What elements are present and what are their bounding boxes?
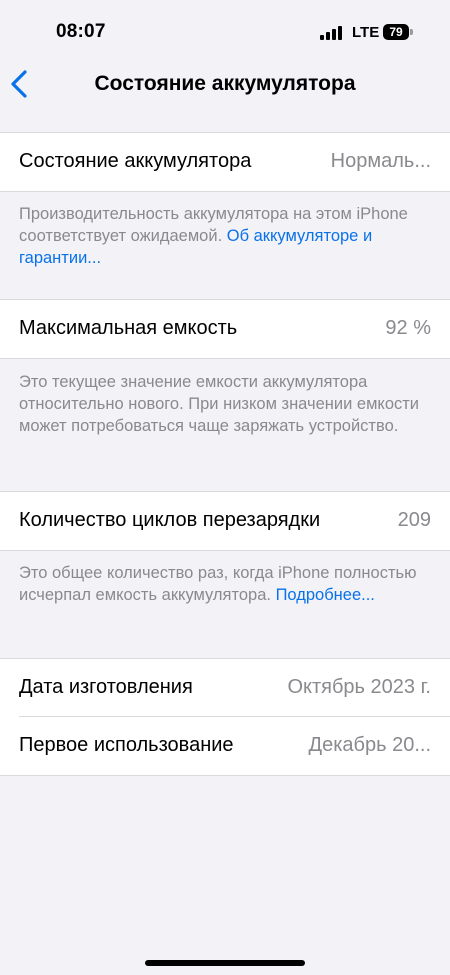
signal-strength-icon bbox=[320, 26, 344, 40]
max-capacity-value: 92 % bbox=[385, 317, 431, 339]
max-capacity-row: Максимальная емкость 92 % bbox=[0, 300, 450, 358]
cycle-count-label: Количество циклов перезарядки bbox=[19, 509, 321, 531]
status-time: 08:07 bbox=[56, 21, 106, 42]
max-capacity-group: Максимальная емкость 92 % bbox=[0, 299, 450, 359]
battery-health-footer: Производительность аккумулятора на этом … bbox=[19, 203, 429, 269]
battery-health-label: Состояние аккумулятора bbox=[19, 150, 252, 172]
first-use-row: Первое использование Декабрь 20... bbox=[0, 717, 450, 775]
page-title: Состояние аккумулятора bbox=[94, 72, 356, 95]
dates-group: Дата изготовления Октябрь 2023 г. Первое… bbox=[0, 658, 450, 776]
home-indicator[interactable] bbox=[145, 960, 305, 966]
cycle-count-footer: Это общее количество раз, когда iPhone п… bbox=[19, 562, 429, 606]
cycle-count-value: 209 bbox=[397, 509, 431, 531]
manufacture-date-value: Октябрь 2023 г. bbox=[287, 676, 431, 698]
learn-more-link[interactable]: Подробнее... bbox=[276, 586, 375, 604]
battery-tip bbox=[410, 29, 413, 35]
battery-icon: 79 bbox=[383, 24, 409, 40]
first-use-label: Первое использование bbox=[19, 734, 234, 756]
max-capacity-footer: Это текущее значение емкости аккумулятор… bbox=[19, 373, 420, 435]
battery-health-group: Состояние аккумулятора Нормаль... bbox=[0, 132, 450, 192]
cycle-count-row: Количество циклов перезарядки 209 bbox=[0, 492, 450, 550]
navigation-bar: Состояние аккумулятора bbox=[0, 60, 450, 112]
battery-health-value: Нормаль... bbox=[330, 150, 431, 172]
network-type: LTE bbox=[352, 24, 380, 41]
manufacture-date-row: Дата изготовления Октябрь 2023 г. bbox=[0, 659, 450, 717]
max-capacity-label: Максимальная емкость bbox=[19, 317, 238, 339]
first-use-value: Декабрь 20... bbox=[308, 734, 431, 756]
status-bar: 08:07 LTE 79 bbox=[0, 0, 450, 60]
manufacture-date-label: Дата изготовления bbox=[19, 676, 193, 698]
battery-health-row[interactable]: Состояние аккумулятора Нормаль... bbox=[0, 133, 450, 191]
cycle-count-group: Количество циклов перезарядки 209 bbox=[0, 491, 450, 551]
